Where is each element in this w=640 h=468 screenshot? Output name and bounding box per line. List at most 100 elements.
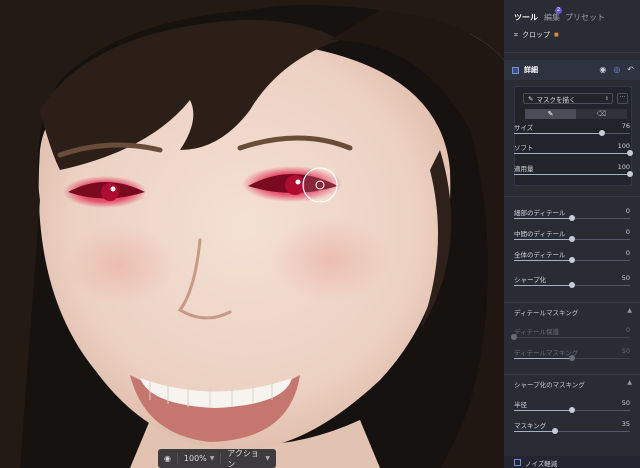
slider-value: 100	[617, 142, 630, 150]
brush-icon[interactable]: ✎	[525, 109, 576, 119]
chevron-down-icon: ▼	[209, 455, 215, 462]
divider	[504, 374, 640, 375]
brush-small-icon: ✎	[528, 94, 534, 103]
preview-toggle[interactable]: ◉	[158, 449, 177, 468]
slider-row[interactable]: 半径 50	[514, 399, 630, 417]
slider-value: 0	[625, 326, 630, 334]
slider-label: ソフト	[514, 144, 534, 152]
detail-enable-checkbox[interactable]	[512, 66, 519, 74]
slider-fill	[514, 133, 603, 134]
photo-canvas[interactable]: ◉ 100% ▼ アクション ▼	[0, 0, 504, 468]
slider-label: サイズ	[514, 124, 534, 132]
sharpen-masking-title: シャープ化のマスキング	[514, 381, 585, 389]
slider-label: シャープ化	[514, 276, 547, 284]
slider-label: 半径	[514, 401, 527, 409]
slider-handle[interactable]	[569, 257, 575, 263]
sharpen-masking-header[interactable]: シャープ化のマスキング ▲	[504, 376, 640, 390]
actions-dropdown[interactable]: アクション ▼	[221, 449, 276, 468]
slider-value: 35	[621, 420, 630, 428]
mask-icon[interactable]: ◎	[613, 65, 620, 74]
zoom-dropdown[interactable]: 100% ▼	[178, 449, 221, 468]
chevron-up-icon: ▲	[627, 379, 632, 386]
slider-value: 50	[621, 347, 630, 355]
eye-icon: ◉	[164, 454, 171, 463]
chevron-down-icon: ▼	[265, 455, 270, 462]
slider-label: 全体のディテール	[514, 251, 566, 259]
detail-section-header[interactable]: 詳細 ◉ ◎ ↶	[504, 60, 640, 80]
slider-label: ディテール保護	[514, 328, 560, 336]
slider-handle[interactable]	[599, 130, 606, 136]
tab-tools[interactable]: ツール	[514, 12, 538, 23]
chevron-updown-icon: ⇕	[604, 95, 609, 102]
slider-row[interactable]: マスキング 35	[514, 420, 630, 438]
mask-more-button[interactable]: ···	[617, 93, 628, 104]
slider-row[interactable]: シャープ化 50	[514, 274, 630, 292]
slider-handle[interactable]	[569, 282, 575, 288]
slider-handle[interactable]	[569, 407, 575, 413]
slider-fill	[514, 358, 572, 359]
noise-title: ノイズ軽減	[525, 460, 558, 468]
slider-handle[interactable]	[569, 215, 575, 221]
divider	[504, 302, 640, 303]
brush-eraser-toggle: ✎ ⌫	[525, 109, 627, 119]
slider-handle[interactable]	[627, 150, 633, 156]
edit-count-badge: 2	[555, 7, 562, 14]
slider-handle[interactable]	[569, 355, 575, 361]
slider-fill	[514, 218, 572, 219]
zoom-value: 100%	[183, 454, 207, 463]
slider-fill	[514, 174, 630, 175]
slider-handle[interactable]	[627, 171, 633, 177]
slider-row[interactable]: ディテール保護 0	[511, 326, 630, 344]
slider-fill	[514, 431, 555, 432]
slider-label: 細部のディテール	[514, 209, 566, 217]
eye-icon[interactable]: ◉	[599, 65, 606, 74]
crop-icon: ⌗	[514, 30, 518, 39]
slider-value: 76	[621, 122, 630, 130]
slider-handle[interactable]	[569, 236, 575, 242]
slider-value: 50	[621, 399, 630, 407]
portrait-photo	[0, 0, 504, 468]
slider-value: 100	[617, 163, 630, 171]
slider-fill	[514, 153, 630, 154]
eraser-icon[interactable]: ⌫	[576, 109, 627, 119]
slider-value: 0	[625, 207, 630, 215]
mask-mode-select[interactable]: ✎ マスクを描く ⇕	[523, 93, 613, 104]
detail-title: 詳細	[524, 66, 538, 74]
slider-value: 0	[625, 228, 630, 236]
slider-row[interactable]: ディテールマスキング 50	[514, 347, 630, 365]
slider-row[interactable]: 細部のディテール 0	[514, 207, 630, 225]
slider-row[interactable]: サイズ 76	[514, 122, 630, 140]
undo-icon[interactable]: ↶	[627, 65, 634, 74]
actions-label: アクション	[227, 448, 259, 468]
slider-row[interactable]: 適用量 100	[514, 163, 633, 181]
crop-tool[interactable]: ⌗ クロップ ■	[514, 30, 559, 40]
slider-value: 0	[625, 249, 630, 257]
slider-fill	[514, 410, 572, 411]
slider-handle[interactable]	[511, 334, 517, 340]
canvas-toolbar: ◉ 100% ▼ アクション ▼	[158, 449, 276, 468]
slider-label: マスキング	[514, 422, 547, 430]
noise-reduction-header[interactable]: ノイズ軽減	[504, 456, 640, 468]
slider-fill	[514, 285, 572, 286]
divider	[504, 196, 640, 197]
divider	[504, 52, 640, 53]
slider-row[interactable]: ソフト 100	[514, 142, 633, 160]
right-panel: ツール 編集 2 プリセット ⌗ クロップ ■ 詳細 ◉ ◎ ↶ ✎ マスクを描…	[504, 0, 640, 468]
noise-enable-checkbox[interactable]	[514, 459, 521, 466]
tab-presets[interactable]: プリセット	[565, 12, 605, 23]
pro-badge: ■	[553, 32, 559, 38]
mask-mode-value: マスクを描く	[536, 95, 576, 104]
chevron-up-icon: ▲	[627, 307, 632, 314]
slider-label: 中間のディテール	[514, 230, 566, 238]
slider-row[interactable]: 全体のディテール 0	[514, 249, 630, 267]
slider-fill	[514, 239, 572, 240]
crop-label: クロップ	[521, 31, 550, 39]
detail-masking-header[interactable]: ディテールマスキング ▲	[504, 304, 640, 318]
slider-row[interactable]: 中間のディテール 0	[514, 228, 630, 246]
panel-tabs: ツール 編集 2 プリセット	[504, 7, 640, 26]
slider-handle[interactable]	[551, 428, 558, 434]
slider-value: 50	[621, 274, 630, 282]
detail-masking-title: ディテールマスキング	[514, 309, 579, 317]
slider-label: 適用量	[514, 165, 534, 173]
slider-track[interactable]	[514, 337, 630, 338]
